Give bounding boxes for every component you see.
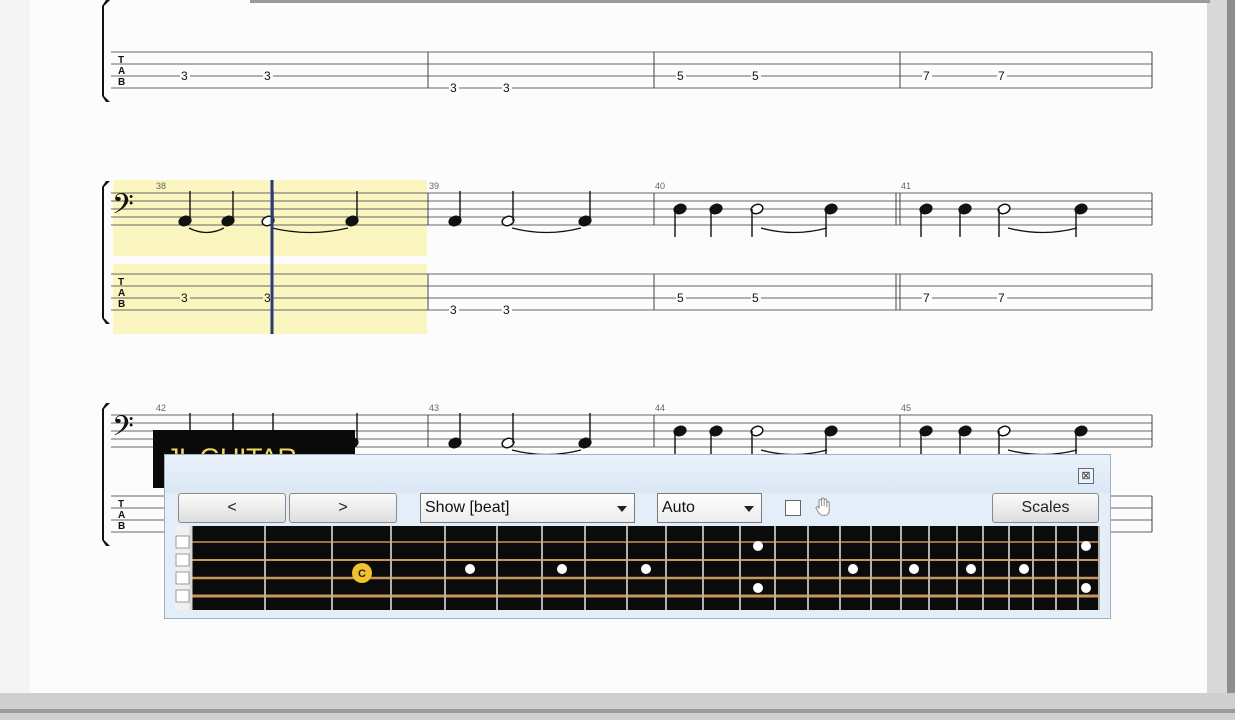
- tab-label-letter: T: [118, 499, 124, 510]
- measure-number: 43: [429, 403, 439, 413]
- measure-number: 40: [655, 181, 665, 191]
- tab-fret-number: 3: [181, 69, 188, 83]
- close-icon[interactable]: ⊠: [1078, 468, 1094, 484]
- vertical-scrollbar[interactable]: [1207, 0, 1235, 720]
- tie-curve: [760, 227, 828, 234]
- fret-marker-dot: [557, 564, 567, 574]
- tab-fret-number: 5: [677, 69, 684, 83]
- tie-curve: [511, 227, 582, 234]
- tab-fret-number: 7: [923, 69, 930, 83]
- tab-fret-number: 7: [998, 69, 1005, 83]
- tab-label-letter: B: [118, 521, 125, 532]
- option-checkbox[interactable]: [785, 500, 801, 516]
- tab-label-letter: A: [118, 510, 125, 521]
- measure-number: 39: [429, 181, 439, 191]
- fret-marker-dot: [753, 583, 763, 593]
- tab-label-letter: A: [118, 66, 125, 77]
- measure-number: 45: [901, 403, 911, 413]
- chevron-down-icon: [744, 506, 754, 512]
- bass-fretboard[interactable]: C: [175, 526, 1101, 610]
- hand-icon[interactable]: [814, 497, 832, 517]
- measure-number: 44: [655, 403, 665, 413]
- string-selector: [175, 571, 190, 585]
- next-beat-button[interactable]: >: [289, 493, 397, 523]
- prev-beat-button[interactable]: <: [178, 493, 286, 523]
- fret-marker-dot: [848, 564, 858, 574]
- tab-fret-number: 3: [264, 69, 271, 83]
- fret-marker-dot: [1081, 583, 1091, 593]
- tab-label-letter: B: [118, 299, 125, 310]
- show-mode-select[interactable]: Show [beat]: [420, 493, 635, 523]
- auto-select[interactable]: Auto: [657, 493, 762, 523]
- tab-fret-number: 5: [752, 69, 759, 83]
- tab-fret-number: 5: [752, 291, 759, 305]
- highlighted-note-label: C: [358, 568, 366, 580]
- measure-number: 38: [156, 181, 166, 191]
- system-bracket: [102, 0, 110, 102]
- tab-label-letter: B: [118, 77, 125, 88]
- bass-clef-icon: 𝄢: [112, 410, 134, 450]
- scales-button[interactable]: Scales: [992, 493, 1099, 523]
- string-selector: [175, 553, 190, 567]
- scrollbar-rail: [0, 709, 1235, 713]
- fretboard-window[interactable]: ⊠ < > Show [beat] Auto Scales C: [164, 454, 1111, 619]
- tab-fret-number: 5: [677, 291, 684, 305]
- tab-fret-number: 3: [264, 291, 271, 305]
- fret-marker-dot: [753, 541, 763, 551]
- tab-label-letter: A: [118, 288, 125, 299]
- string-selector: [175, 535, 190, 549]
- tie-curve: [1007, 227, 1078, 234]
- auto-select-value: Auto: [662, 499, 695, 516]
- fret-marker-dot: [465, 564, 475, 574]
- system-bracket: [102, 181, 110, 324]
- fret-marker-dot: [966, 564, 976, 574]
- fret-marker-dot: [641, 564, 651, 574]
- horizontal-scrollbar[interactable]: [0, 693, 1235, 720]
- fret-marker-dot: [1081, 541, 1091, 551]
- selection-highlight: [113, 180, 427, 334]
- tab-fret-number: 7: [998, 291, 1005, 305]
- tab-fret-number: 7: [923, 291, 930, 305]
- chevron-down-icon: [617, 506, 627, 512]
- string-selector: [175, 589, 190, 603]
- score-system: TAB 3 3 3 3 5 5 7 7: [102, 0, 1153, 102]
- tab-label-letter: T: [118, 55, 124, 66]
- tab-fret-number: 3: [450, 303, 457, 317]
- measure-number: 41: [901, 181, 911, 191]
- fretboard-window-titlebar[interactable]: [165, 455, 1110, 493]
- show-mode-value: Show [beat]: [425, 499, 510, 516]
- system-bracket: [102, 403, 110, 546]
- tab-fret-number: 3: [450, 81, 457, 95]
- scrollbar-track[interactable]: [1227, 0, 1235, 720]
- tab-label-letter: T: [118, 277, 124, 288]
- tab-fret-number: 3: [503, 303, 510, 317]
- tab-fret-number: 3: [181, 291, 188, 305]
- fret-marker-dot: [909, 564, 919, 574]
- measure-number: 42: [156, 403, 166, 413]
- tab-fret-number: 3: [503, 81, 510, 95]
- fret-marker-dot: [1019, 564, 1029, 574]
- bass-clef-icon: 𝄢: [112, 188, 134, 228]
